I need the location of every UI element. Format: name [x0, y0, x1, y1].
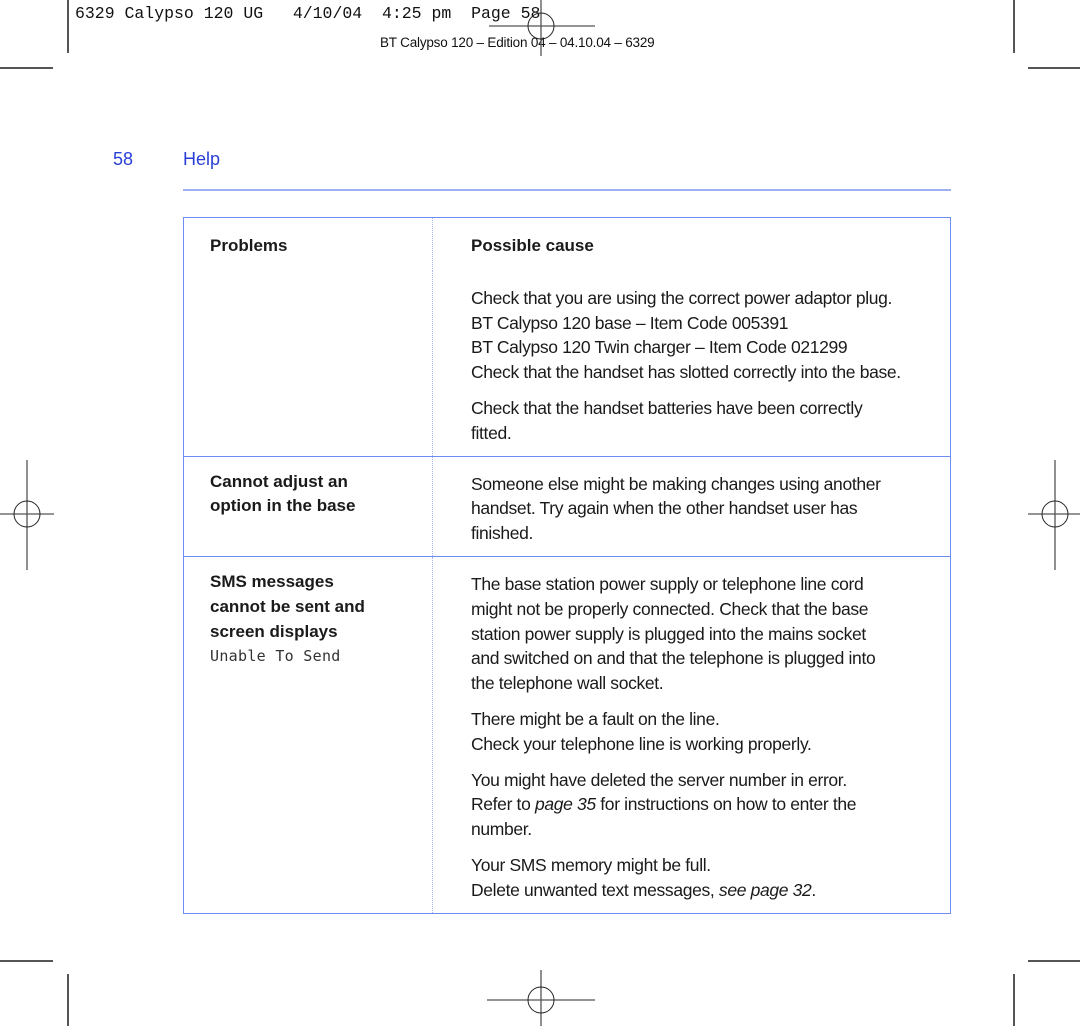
cause-paragraph: The base station power supply or telepho… [471, 572, 946, 696]
page-number: 58 [113, 149, 134, 169]
cause-line: the telephone wall socket. [471, 673, 664, 694]
registration-mark-icon [0, 460, 54, 570]
registration-mark-icon [489, 0, 595, 56]
table-row: SMS messages cannot be sent and screen dis… [184, 555, 950, 913]
problem-line: option in the base [210, 496, 356, 516]
cause-line: You might have deleted the server number… [471, 769, 847, 790]
cause-paragraph: There might be a fault on the line. Check… [471, 707, 946, 757]
cause-line: Someone else might be making changes usi… [471, 473, 881, 494]
cause-line: station power supply is plugged into the… [471, 623, 866, 644]
problem-cell [184, 270, 433, 456]
page-reference-link[interactable]: page 35 [535, 794, 596, 814]
column-header-problems: Problems [184, 218, 433, 271]
cause-paragraph: Check that you are using the correct pow… [471, 286, 946, 385]
cause-paragraph: Your SMS memory might be full. Delete unw… [471, 853, 946, 903]
cause-line: The base station power supply or telepho… [471, 573, 864, 594]
cause-line: Refer to page 35 for instructions on how… [471, 794, 857, 815]
cause-paragraph: Someone else might be making changes usi… [471, 472, 946, 546]
crop-mark [1013, 0, 1015, 53]
cause-paragraph: You might have deleted the server number… [471, 768, 946, 842]
display-message: Unable To Send [210, 647, 341, 666]
problem-line: SMS messages [210, 571, 334, 591]
cause-line: number. [471, 819, 532, 840]
crop-mark [67, 0, 69, 53]
crop-mark [1028, 960, 1080, 962]
cause-paragraph: Check that the handset batteries have be… [471, 396, 946, 446]
cause-line: might not be properly connected. Check t… [471, 598, 869, 619]
cause-cell: The base station power supply or telepho… [433, 557, 950, 913]
problem-line: cannot be sent and [210, 596, 365, 616]
cause-line: Delete unwanted text messages, see page … [471, 879, 816, 900]
crop-mark [1013, 974, 1015, 1026]
cause-line: Check that the handset batteries have be… [471, 397, 863, 418]
table-row: Check that you are using the correct pow… [184, 270, 950, 456]
crop-mark [1028, 67, 1080, 69]
column-header-cause: Possible cause [471, 236, 594, 255]
registration-mark-icon [487, 970, 595, 1026]
header-rule [183, 189, 951, 191]
cause-cell: Someone else might be making changes usi… [433, 457, 950, 556]
crop-mark [67, 974, 69, 1026]
cause-line: Check that you are using the correct pow… [471, 287, 893, 308]
cause-line: Check that the handset has slotted corre… [471, 362, 901, 383]
table-body: Check that you are using the correct pow… [184, 270, 950, 913]
problem-cell: SMS messages cannot be sent and screen dis… [184, 556, 433, 913]
cause-line: handset. Try again when the other handse… [471, 498, 858, 519]
page-reference-link[interactable]: see page 32 [719, 880, 812, 900]
crop-mark [0, 67, 53, 69]
section-title: Help [183, 149, 221, 169]
cause-line: fitted. [471, 422, 512, 443]
troubleshooting-table: Problems Possible cause Check that you a… [183, 217, 951, 914]
cause-line: Check your telephone line is working pro… [471, 733, 812, 754]
crop-mark [0, 960, 53, 962]
problem-line: Cannot adjust an [210, 471, 348, 491]
cause-line: There might be a fault on the line. [471, 708, 720, 729]
registration-mark-icon [1028, 460, 1080, 570]
table-header-row: Problems Possible cause [184, 218, 950, 271]
printer-slug: 6329 Calypso 120 UG 4/10/04 4:25 pm Page… [75, 4, 541, 23]
cause-line: Your SMS memory might be full. [471, 854, 711, 875]
cause-line: and switched on and that the telephone i… [471, 648, 876, 669]
cause-line: BT Calypso 120 base – Item Code 005391 [471, 312, 789, 333]
table-row: Cannot adjust an option in the base Someon… [184, 455, 950, 556]
problem-cell: Cannot adjust an option in the base [184, 456, 433, 556]
problem-line: screen displays [210, 621, 338, 641]
cause-line: BT Calypso 120 Twin charger – Item Code … [471, 337, 848, 358]
cause-cell: Check that you are using the correct pow… [433, 271, 950, 456]
cause-line: finished. [471, 523, 534, 544]
